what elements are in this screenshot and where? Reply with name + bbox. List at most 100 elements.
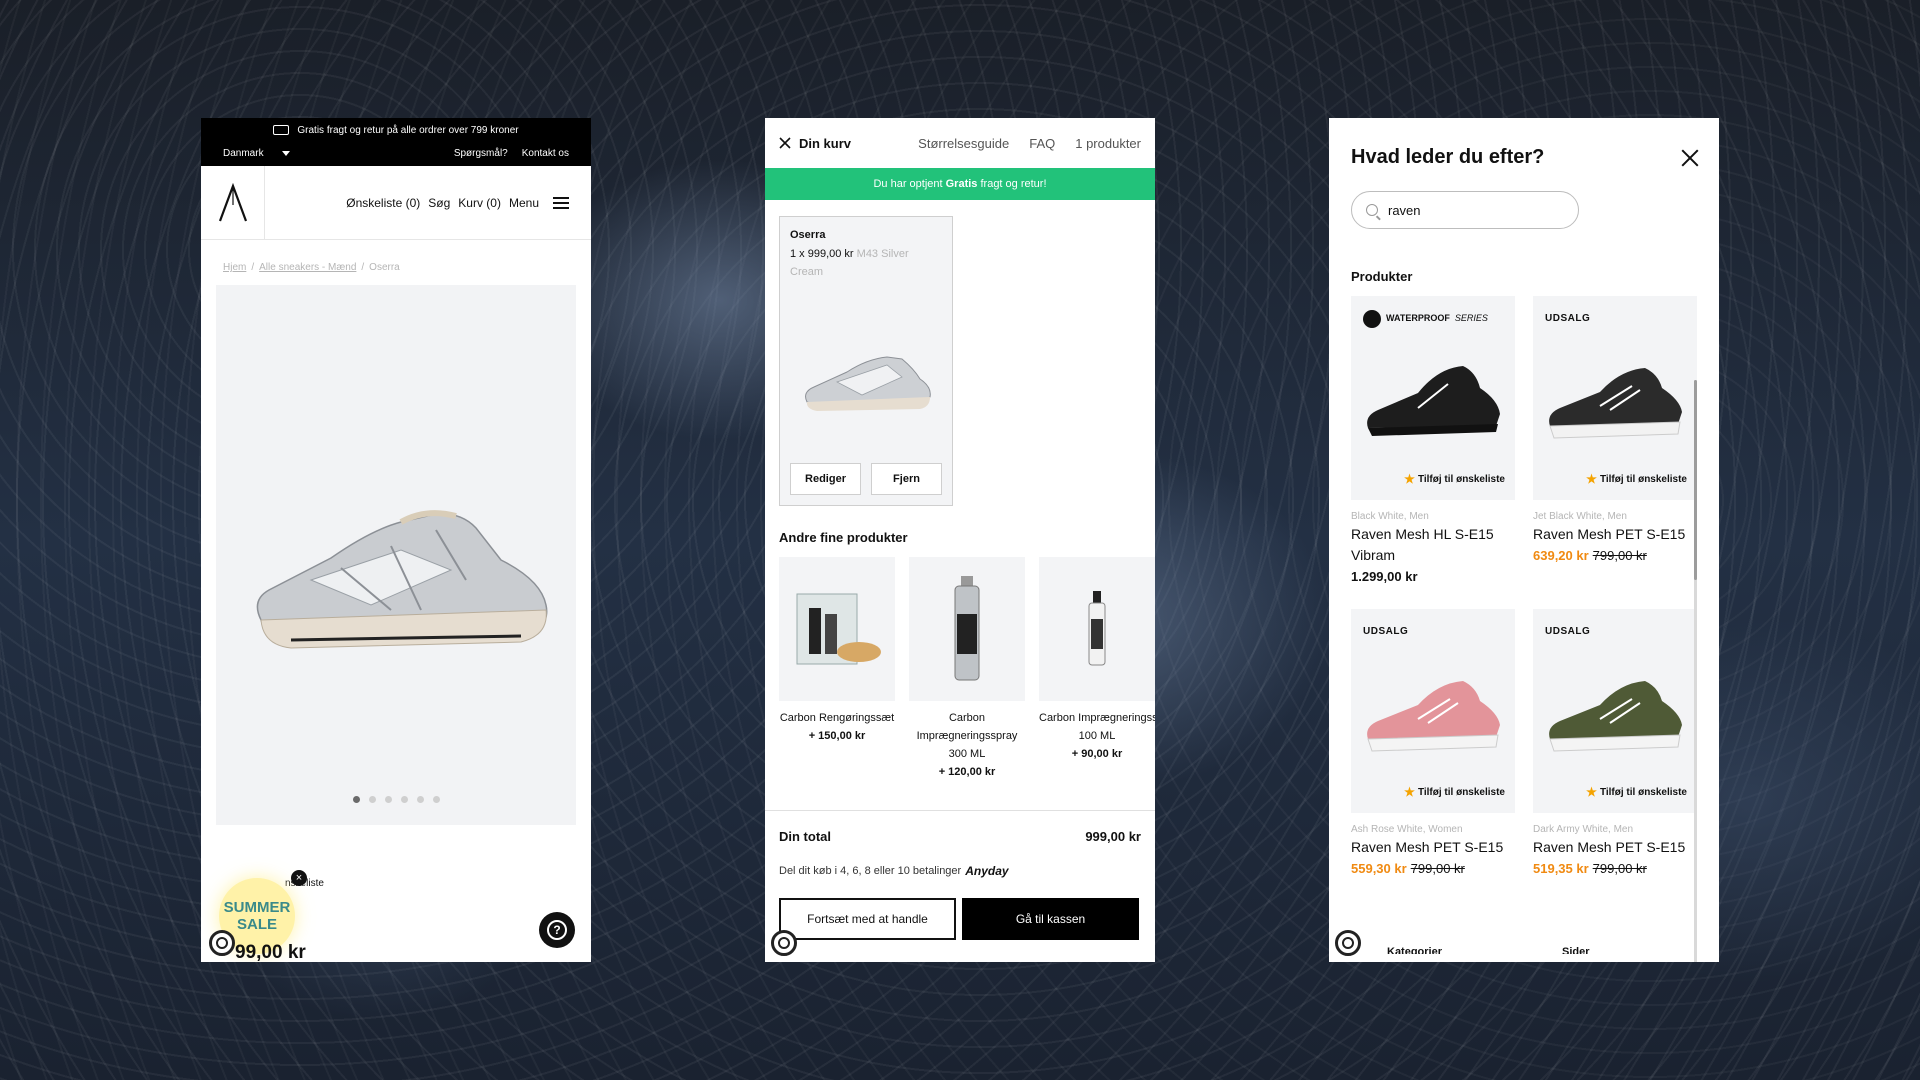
close-icon[interactable]: [779, 137, 791, 149]
remove-button[interactable]: Fjern: [871, 463, 942, 495]
search-link[interactable]: Søg: [428, 196, 450, 210]
waterproof-label: WATERPROOF: [1386, 313, 1450, 323]
sale-badge-line1: SUMMER: [223, 899, 291, 916]
gallery-dot[interactable]: [400, 796, 408, 803]
search-input[interactable]: raven: [1351, 191, 1579, 229]
cart-header: Din kurv Størrelsesguide FAQ 1 produkter: [765, 118, 1155, 168]
menu-icon[interactable]: [553, 196, 569, 209]
sale-tag: UDSALG: [1545, 313, 1591, 324]
product-name: Raven Mesh PET S-E15: [1351, 839, 1504, 855]
cart-footer: Din total 999,00 kr Del dit køb i 4, 6, …: [765, 810, 1155, 962]
cookie-settings-icon[interactable]: [1335, 930, 1361, 956]
recommendation-price: + 90,00 kr: [1071, 748, 1123, 760]
breadcrumb-home[interactable]: Hjem: [223, 262, 246, 273]
product-image-box: UDSALG ★ Tilføj til ønskeliste: [1533, 609, 1697, 813]
product-old-price: 799,00 kr: [1592, 861, 1647, 876]
menu-link[interactable]: Menu: [509, 196, 539, 210]
gallery-dot[interactable]: [432, 796, 440, 803]
recommendation-card[interactable]: Carbon Imprægneringsspray 300 ML + 120,0…: [909, 557, 1025, 781]
cart-title: Din kurv: [799, 135, 852, 151]
product-card[interactable]: UDSALG ★ Tilføj til ønskeliste Ash Rose W…: [1351, 609, 1515, 879]
wishlist-link[interactable]: Ønskeliste (0): [346, 196, 420, 210]
cookie-settings-icon[interactable]: [771, 930, 797, 956]
waterproof-series-label: SERIES: [1454, 313, 1488, 323]
breadcrumb-category[interactable]: Alle sneakers - Mænd: [259, 262, 356, 273]
recommendation-name: Carbon Imprægneringssp: [1039, 712, 1155, 724]
product-price: 99,00 kr: [235, 942, 306, 962]
recommendation-image: [779, 557, 895, 701]
gallery-dot[interactable]: [352, 796, 360, 803]
recommendation-image: [909, 557, 1025, 701]
product-sale-price: 519,35 kr: [1533, 861, 1589, 876]
recommendations-row[interactable]: Carbon Rengøringssæt + 150,00 kr Carbon …: [765, 557, 1155, 781]
product-name: Raven Mesh PET S-E15: [1533, 839, 1686, 855]
installment-text: Del dit køb i 4, 6, 8 eller 10 betalinge…: [779, 865, 962, 877]
gallery-dot[interactable]: [368, 796, 376, 803]
product-color: Ash Rose White, Women: [1351, 824, 1463, 835]
free-shipping-banner: Du har optjent Gratis fragt og retur!: [765, 168, 1155, 200]
help-button[interactable]: ?: [539, 912, 575, 948]
product-gallery[interactable]: [216, 285, 576, 825]
gallery-dot[interactable]: [416, 796, 424, 803]
total-value: 999,00 kr: [1085, 829, 1141, 844]
scrollbar[interactable]: [1694, 380, 1697, 962]
product-count: 1 produkter: [1075, 135, 1141, 151]
product-color: Black White, Men: [1351, 511, 1429, 522]
product-name: Raven Mesh HL S-E15 Vibram: [1351, 526, 1494, 563]
product-name: Raven Mesh PET S-E15: [1533, 526, 1686, 542]
gallery-dot[interactable]: [384, 796, 392, 803]
recommendation-size: 300 ML: [948, 748, 986, 760]
promo-text: Gratis fragt og retur på alle ordrer ove…: [297, 124, 519, 136]
product-card[interactable]: UDSALG ★ Tilføj til ønskeliste Dark Army …: [1533, 609, 1697, 879]
sale-tag: UDSALG: [1545, 626, 1591, 637]
search-title: Hvad leder du efter?: [1351, 146, 1545, 168]
faq-link[interactable]: FAQ: [1029, 136, 1055, 151]
questions-link[interactable]: Spørgsmål?: [454, 148, 508, 159]
product-page-panel: Gratis fragt og retur på alle ordrer ove…: [201, 118, 591, 962]
sale-badge-line2: SALE: [236, 916, 277, 933]
banner-text-bold: Gratis: [945, 178, 978, 190]
top-bar: Gratis fragt og retur på alle ordrer ove…: [201, 118, 591, 166]
cart-item-qty-price: 1 x 999,00 kr: [790, 248, 854, 260]
cookie-settings-icon[interactable]: [209, 930, 235, 956]
product-image: [256, 510, 548, 649]
recommendation-name: Carbon Rengøringssæt: [779, 712, 895, 724]
size-guide-link[interactable]: Størrelsesguide: [918, 136, 1009, 151]
total-label: Din total: [779, 829, 831, 844]
add-to-wishlist[interactable]: ★ Tilføj til ønskeliste: [1586, 782, 1687, 803]
product-old-price: 799,00 kr: [1410, 861, 1465, 876]
add-to-wishlist[interactable]: ★ Tilføj til ønskeliste: [1404, 469, 1505, 490]
promo-bar: Gratis fragt og retur på alle ordrer ove…: [201, 118, 591, 142]
products-heading: Produkter: [1351, 269, 1413, 284]
categories-heading: Kategorier: [1387, 946, 1443, 954]
checkout-button[interactable]: Gå til kassen: [962, 898, 1139, 940]
product-sale-price: 639,20 kr: [1533, 548, 1589, 563]
brand-logo[interactable]: [201, 165, 265, 240]
contact-link[interactable]: Kontakt os: [522, 148, 569, 159]
wishlist-label: Tilføj til ønskeliste: [1417, 787, 1505, 798]
search-icon: [1366, 204, 1378, 216]
recommendation-card[interactable]: Carbon Imprægneringssp 100 ML + 90,00 kr: [1039, 557, 1155, 781]
waterproof-logo-icon: [1363, 309, 1381, 328]
breadcrumb-current: Oserra: [369, 262, 400, 273]
country-selector[interactable]: Danmark: [223, 148, 290, 159]
cart-panel: Din kurv Størrelsesguide FAQ 1 produkter…: [765, 118, 1155, 962]
add-to-wishlist[interactable]: ★ Tilføj til ønskeliste: [1404, 782, 1505, 803]
product-image-box: WATERPROOF SERIES ★ Tilføj til ønskeliste: [1351, 296, 1515, 500]
edit-button[interactable]: Rediger: [790, 463, 861, 495]
product-price: 1.299,00 kr: [1351, 569, 1418, 584]
product-image: [1549, 681, 1682, 752]
anyday-logo: Anyday: [965, 864, 1009, 878]
scrollbar-thumb[interactable]: [1694, 380, 1697, 580]
search-panel: Hvad leder du efter? raven Produkter WAT…: [1329, 118, 1719, 962]
country-label: Danmark: [223, 147, 264, 159]
add-to-wishlist[interactable]: ★ Tilføj til ønskeliste: [1586, 469, 1687, 490]
close-icon[interactable]: [1681, 149, 1699, 167]
continue-shopping-button[interactable]: Fortsæt med at handle: [779, 898, 956, 940]
product-card[interactable]: WATERPROOF SERIES ★ Tilføj til ønskeliste …: [1351, 296, 1515, 587]
close-badge-icon[interactable]: ×: [291, 870, 307, 886]
recommendation-price: + 120,00 kr: [938, 766, 996, 778]
cart-link[interactable]: Kurv (0): [458, 196, 501, 210]
product-card[interactable]: UDSALG ★ Tilføj til ønskeliste Jet Black …: [1533, 296, 1697, 587]
recommendation-card[interactable]: Carbon Rengøringssæt + 150,00 kr: [779, 557, 895, 781]
